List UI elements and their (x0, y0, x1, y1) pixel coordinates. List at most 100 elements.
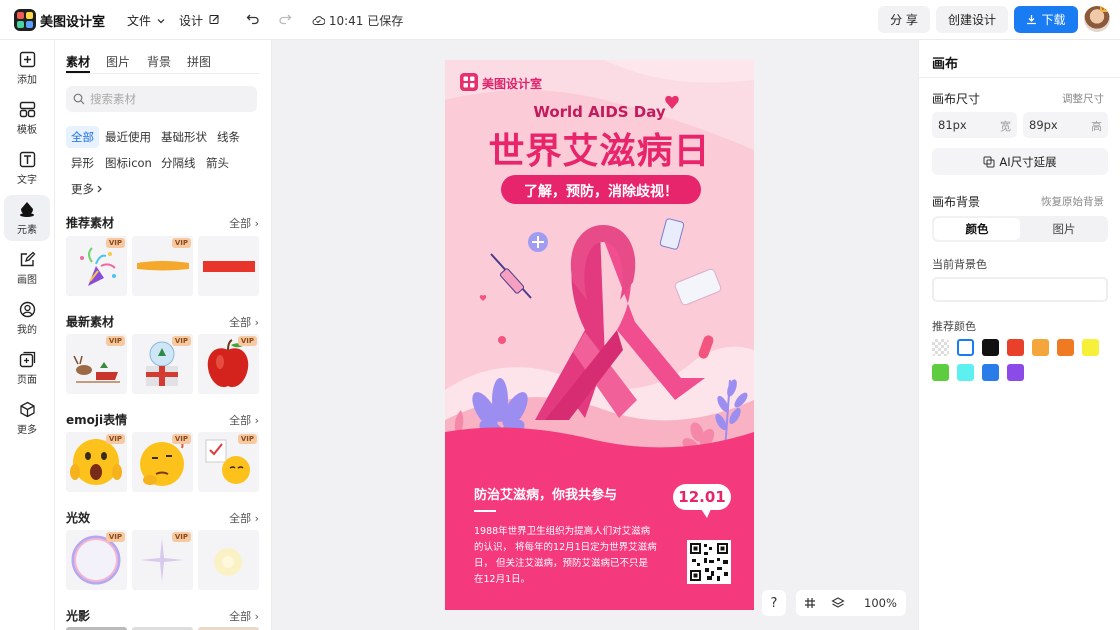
redo-icon[interactable] (278, 12, 292, 26)
color-swatch-green[interactable] (932, 364, 949, 381)
section-title-light-shadow: 光影 (66, 609, 91, 623)
see-all-label: 全部 (229, 316, 252, 329)
nav-more[interactable]: 更多 (4, 395, 50, 441)
asset-red-bar[interactable] (198, 236, 259, 296)
cube-icon (19, 401, 35, 417)
grid-icon[interactable] (804, 597, 816, 609)
tab-backgrounds[interactable]: 背景 (147, 53, 171, 70)
plus-square-icon (19, 51, 35, 67)
design-menu[interactable]: 设计 (179, 12, 220, 29)
width-field[interactable]: 81px 宽 (932, 112, 1017, 138)
tab-images[interactable]: 图片 (106, 53, 130, 70)
section-all-recommended[interactable]: 全部 › (229, 215, 259, 231)
poster-canvas[interactable]: 美图设计室 World AIDS Day 世界艾滋病日 了解，预防，消除歧视！ … (445, 60, 754, 610)
color-swatch-transparent[interactable] (932, 339, 949, 356)
nav-add-label: 添加 (17, 74, 37, 86)
asset-reindeer-sleigh[interactable]: VIP (66, 334, 127, 394)
chip-lines[interactable]: 线条 (212, 126, 245, 148)
chevron-down-icon (157, 19, 165, 24)
asset-checklist-emoji[interactable]: VIP (198, 432, 259, 492)
chip-basic-shapes[interactable]: 基础形状 (156, 126, 212, 148)
poster-title: 世界艾滋病日 (488, 131, 711, 172)
color-swatch-orange[interactable] (1057, 339, 1074, 356)
color-swatch-purple[interactable] (1007, 364, 1024, 381)
color-swatch-yellow[interactable] (1082, 339, 1099, 356)
resize-link[interactable]: 调整尺寸 (1062, 91, 1104, 106)
restore-bg-link[interactable]: 恢复原始背景 (1041, 194, 1104, 209)
asset-shocked-emoji[interactable]: VIP (66, 432, 127, 492)
current-bg-swatch[interactable] (932, 277, 1108, 302)
ai-extend-button[interactable]: AI尺寸延展 (932, 148, 1108, 175)
recommended-colors-label: 推荐颜色 (932, 320, 976, 333)
asset-thinking-emoji[interactable]: VIP (132, 432, 193, 492)
chip-irregular[interactable]: 异形 (66, 152, 99, 174)
nav-template[interactable]: 模板 (4, 95, 50, 141)
section-all-emoji[interactable]: 全部 › (229, 412, 259, 428)
nav-page-label: 页面 (17, 374, 37, 386)
app-logo-icon[interactable] (14, 9, 36, 31)
chip-recent[interactable]: 最近使用 (100, 126, 156, 148)
section-title-recommended: 推荐素材 (66, 216, 115, 230)
nav-elements-label: 元素 (17, 224, 37, 236)
width-unit: 宽 (1000, 120, 1011, 133)
color-swatch-cyan[interactable] (957, 364, 974, 381)
asset-sparkle[interactable]: VIP (132, 530, 193, 590)
asset-yellow-brush[interactable]: VIP (132, 236, 193, 296)
avatar[interactable]: VIP (1084, 6, 1110, 32)
section-title-light-effects: 光效 (66, 511, 91, 525)
shapes-icon (20, 201, 34, 217)
asset-glow[interactable] (198, 530, 259, 590)
zoom-level[interactable]: 100% (864, 596, 897, 610)
nav-text[interactable]: 文字 (4, 145, 50, 191)
bg-tab-image[interactable]: 图片 (1022, 218, 1106, 240)
width-value: 81px (938, 118, 967, 132)
asset-party-popper[interactable]: VIP (66, 236, 127, 296)
user-icon (19, 301, 35, 317)
poster-slogan: 防治艾滋病，你我共参与 (474, 488, 618, 503)
color-swatch-white[interactable] (957, 339, 974, 356)
tab-materials[interactable]: 素材 (66, 53, 90, 70)
zoom-toolbar: 100% (796, 590, 906, 616)
file-menu[interactable]: 文件 (127, 12, 165, 29)
asset-red-apple[interactable]: VIP (198, 334, 259, 394)
canvas-bg-label: 画布背景 (932, 195, 981, 209)
chip-icons[interactable]: 图标icon (100, 152, 157, 174)
bg-tab-color[interactable]: 颜色 (934, 218, 1020, 240)
asset-rainbow-ring[interactable]: VIP (66, 530, 127, 590)
nav-elements[interactable]: 元素 (4, 195, 50, 241)
layers-icon[interactable] (831, 596, 845, 610)
chip-all[interactable]: 全部 (66, 126, 99, 148)
tab-collage[interactable]: 拼图 (187, 53, 211, 70)
color-swatch-light-orange[interactable] (1032, 339, 1049, 356)
template-icon (19, 101, 35, 117)
share-button[interactable]: 分 享 (878, 6, 930, 33)
section-all-latest[interactable]: 全部 › (229, 314, 259, 330)
chip-arrows[interactable]: 箭头 (201, 152, 234, 174)
section-all-light-shadow[interactable]: 全部 › (229, 608, 259, 624)
poster-date: 12.01 (678, 488, 726, 506)
help-button[interactable]: ? (762, 590, 786, 616)
search-input[interactable]: 搜索素材 (66, 86, 257, 112)
save-status-text: 10:41 已保存 (328, 14, 404, 28)
nav-draw[interactable]: 画图 (4, 245, 50, 291)
nav-page[interactable]: 页面 (4, 345, 50, 391)
chip-dividers[interactable]: 分隔线 (156, 152, 201, 174)
nav-mine[interactable]: 我的 (4, 295, 50, 341)
height-field[interactable]: 89px 高 (1023, 112, 1108, 138)
undo-icon[interactable] (246, 12, 260, 26)
download-button[interactable]: 下载 (1014, 6, 1078, 33)
save-status: 10:41 已保存 (312, 12, 403, 29)
vip-badge: VIP (171, 336, 191, 346)
create-design-button[interactable]: 创建设计 (936, 6, 1008, 33)
nav-add[interactable]: 添加 (4, 45, 50, 91)
asset-gift-snowglobe[interactable]: VIP (132, 334, 193, 394)
chip-more[interactable]: 更多 (66, 178, 108, 200)
color-swatch-black[interactable] (982, 339, 999, 356)
page-add-icon (19, 351, 35, 367)
cloud-saved-icon (312, 16, 326, 25)
color-swatch-red[interactable] (1007, 339, 1024, 356)
section-all-light-effects[interactable]: 全部 › (229, 510, 259, 526)
canvas-workspace: 美图设计室 World AIDS Day 世界艾滋病日 了解，预防，消除歧视！ … (272, 40, 918, 630)
design-menu-label: 设计 (179, 14, 204, 28)
color-swatch-blue[interactable] (982, 364, 999, 381)
